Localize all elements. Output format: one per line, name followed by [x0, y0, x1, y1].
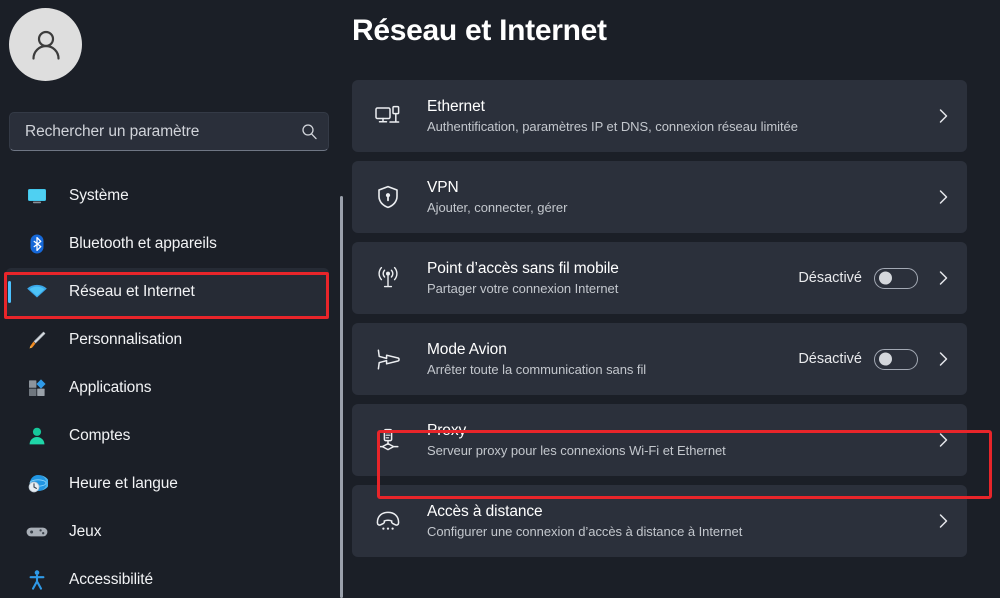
chevron-right-icon[interactable]	[936, 268, 950, 288]
clock-globe-icon	[24, 473, 50, 495]
sidebar-scrollbar-thumb[interactable]	[340, 196, 343, 598]
card-right: Désactivé	[798, 267, 950, 289]
card-mode-avion[interactable]: Mode Avion Arrêter toute la communicatio…	[352, 323, 967, 395]
sidebar-item-personnalisation[interactable]: Personnalisation	[6, 316, 329, 364]
search-container	[9, 112, 329, 151]
card-text: Mode Avion Arrêter toute la communicatio…	[427, 340, 788, 379]
sidebar: Système Bluetooth et appareils	[0, 0, 345, 598]
search-input[interactable]	[25, 122, 295, 141]
card-subtitle: Configurer une connexion d’accès à dista…	[427, 523, 743, 539]
card-right: Désactivé	[798, 348, 950, 370]
sidebar-item-label: Heure et langue	[69, 475, 178, 492]
card-right	[936, 511, 950, 531]
sidebar-item-label: Système	[69, 187, 129, 204]
sidebar-item-accessibilite[interactable]: Accessibilité	[6, 556, 329, 598]
airplane-icon	[371, 346, 405, 372]
monitor-icon	[24, 185, 50, 207]
user-avatar-icon[interactable]	[9, 8, 82, 81]
card-text: Proxy Serveur proxy pour les connexions …	[427, 421, 926, 460]
card-subtitle: Serveur proxy pour les connexions Wi-Fi …	[427, 442, 726, 458]
hotspot-icon	[371, 265, 405, 291]
sidebar-item-label: Applications	[69, 379, 152, 396]
card-title: Proxy	[427, 421, 467, 439]
card-text: Accès à distance Configurer une connexio…	[427, 502, 926, 541]
apps-icon	[24, 377, 50, 399]
chevron-right-icon[interactable]	[936, 349, 950, 369]
ethernet-icon	[371, 103, 405, 129]
sidebar-item-jeux[interactable]: Jeux	[6, 508, 329, 556]
wifi-icon	[24, 281, 50, 303]
card-text: VPN Ajouter, connecter, gérer	[427, 178, 926, 217]
card-subtitle: Authentification, paramètres IP et DNS, …	[427, 118, 798, 134]
sidebar-item-label: Jeux	[69, 523, 102, 540]
search-box[interactable]	[9, 112, 329, 151]
toggle-knob	[879, 352, 892, 366]
sidebar-item-applications[interactable]: Applications	[6, 364, 329, 412]
proxy-server-icon	[371, 427, 405, 453]
sidebar-item-comptes[interactable]: Comptes	[6, 412, 329, 460]
card-ethernet[interactable]: Ethernet Authentification, paramètres IP…	[352, 80, 967, 152]
hotspot-toggle-switch[interactable]	[874, 267, 918, 289]
card-point-dacces-sans-fil-mobile[interactable]: Point d’accès sans fil mobile Partager v…	[352, 242, 967, 314]
card-text: Ethernet Authentification, paramètres IP…	[427, 97, 926, 136]
card-title: Mode Avion	[427, 340, 507, 358]
card-acces-a-distance[interactable]: Accès à distance Configurer une connexio…	[352, 485, 967, 557]
settings-card-list: Ethernet Authentification, paramètres IP…	[352, 80, 967, 566]
chevron-right-icon[interactable]	[936, 106, 950, 126]
sidebar-item-label: Personnalisation	[69, 331, 183, 348]
sidebar-item-label: Bluetooth et appareils	[69, 235, 217, 252]
airplane-mode-toggle-switch[interactable]	[874, 348, 918, 370]
sidebar-item-bluetooth[interactable]: Bluetooth et appareils	[6, 220, 329, 268]
sidebar-item-label: Accessibilité	[69, 571, 153, 588]
settings-window: Système Bluetooth et appareils	[0, 0, 1000, 598]
chevron-right-icon[interactable]	[936, 430, 950, 450]
card-title: Accès à distance	[427, 502, 543, 520]
chevron-right-icon[interactable]	[936, 187, 950, 207]
sidebar-item-reseau-et-internet[interactable]: Réseau et Internet	[6, 268, 329, 316]
sidebar-nav: Système Bluetooth et appareils Réseau et…	[0, 172, 335, 598]
search-icon[interactable]	[301, 123, 318, 140]
gamepad-icon	[24, 521, 50, 543]
card-title: Point d’accès sans fil mobile	[427, 259, 619, 277]
card-subtitle: Partager votre connexion Internet	[427, 280, 619, 296]
card-right	[936, 430, 950, 450]
sidebar-item-label: Comptes	[69, 427, 131, 444]
page-title: Réseau et Internet	[352, 14, 607, 47]
card-subtitle: Arrêter toute la communication sans fil	[427, 361, 647, 377]
sidebar-item-systeme[interactable]: Système	[6, 172, 329, 220]
toggle-state-label: Désactivé	[798, 351, 862, 367]
card-proxy[interactable]: Proxy Serveur proxy pour les connexions …	[352, 404, 967, 476]
card-right	[936, 106, 950, 126]
card-right	[936, 187, 950, 207]
card-title: Ethernet	[427, 97, 485, 115]
sidebar-item-heure-et-langue[interactable]: Heure et langue	[6, 460, 329, 508]
person-icon	[24, 425, 50, 447]
toggle-knob	[879, 271, 892, 285]
bluetooth-icon	[24, 233, 50, 255]
card-vpn[interactable]: VPN Ajouter, connecter, gérer	[352, 161, 967, 233]
card-text: Point d’accès sans fil mobile Partager v…	[427, 259, 788, 298]
dialup-phone-icon	[371, 508, 405, 534]
paintbrush-icon	[24, 329, 50, 351]
chevron-right-icon[interactable]	[936, 511, 950, 531]
vpn-shield-icon	[371, 184, 405, 210]
accessibility-icon	[24, 569, 50, 591]
toggle-state-label: Désactivé	[798, 270, 862, 286]
card-subtitle: Ajouter, connecter, gérer	[427, 199, 568, 215]
card-title: VPN	[427, 178, 459, 196]
sidebar-item-label: Réseau et Internet	[69, 283, 195, 300]
main-content: Réseau et Internet Ethernet Authentifica…	[345, 0, 1000, 598]
